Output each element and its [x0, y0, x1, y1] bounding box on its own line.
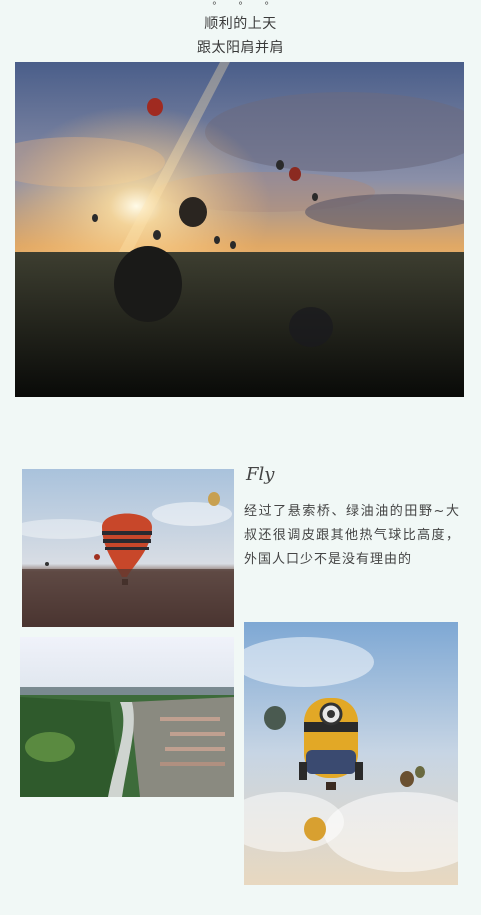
fly-title: Fly — [246, 464, 275, 485]
caption-line-2: 跟太阳肩并肩 — [197, 40, 284, 56]
red-balloon-photo — [22, 469, 234, 627]
fly-description: 经过了悬索桥、绿油油的田野~大叔还很调皮跟其他热气球比高度，外国人口少不是没有理… — [244, 504, 460, 567]
decorative-dots: ° ° ° — [211, 1, 279, 12]
minion-balloon-photo — [244, 622, 458, 885]
sunset-balloons-photo — [15, 62, 464, 397]
aerial-city-photo — [20, 637, 234, 797]
caption-line-1: 顺利的上天 — [204, 16, 277, 32]
